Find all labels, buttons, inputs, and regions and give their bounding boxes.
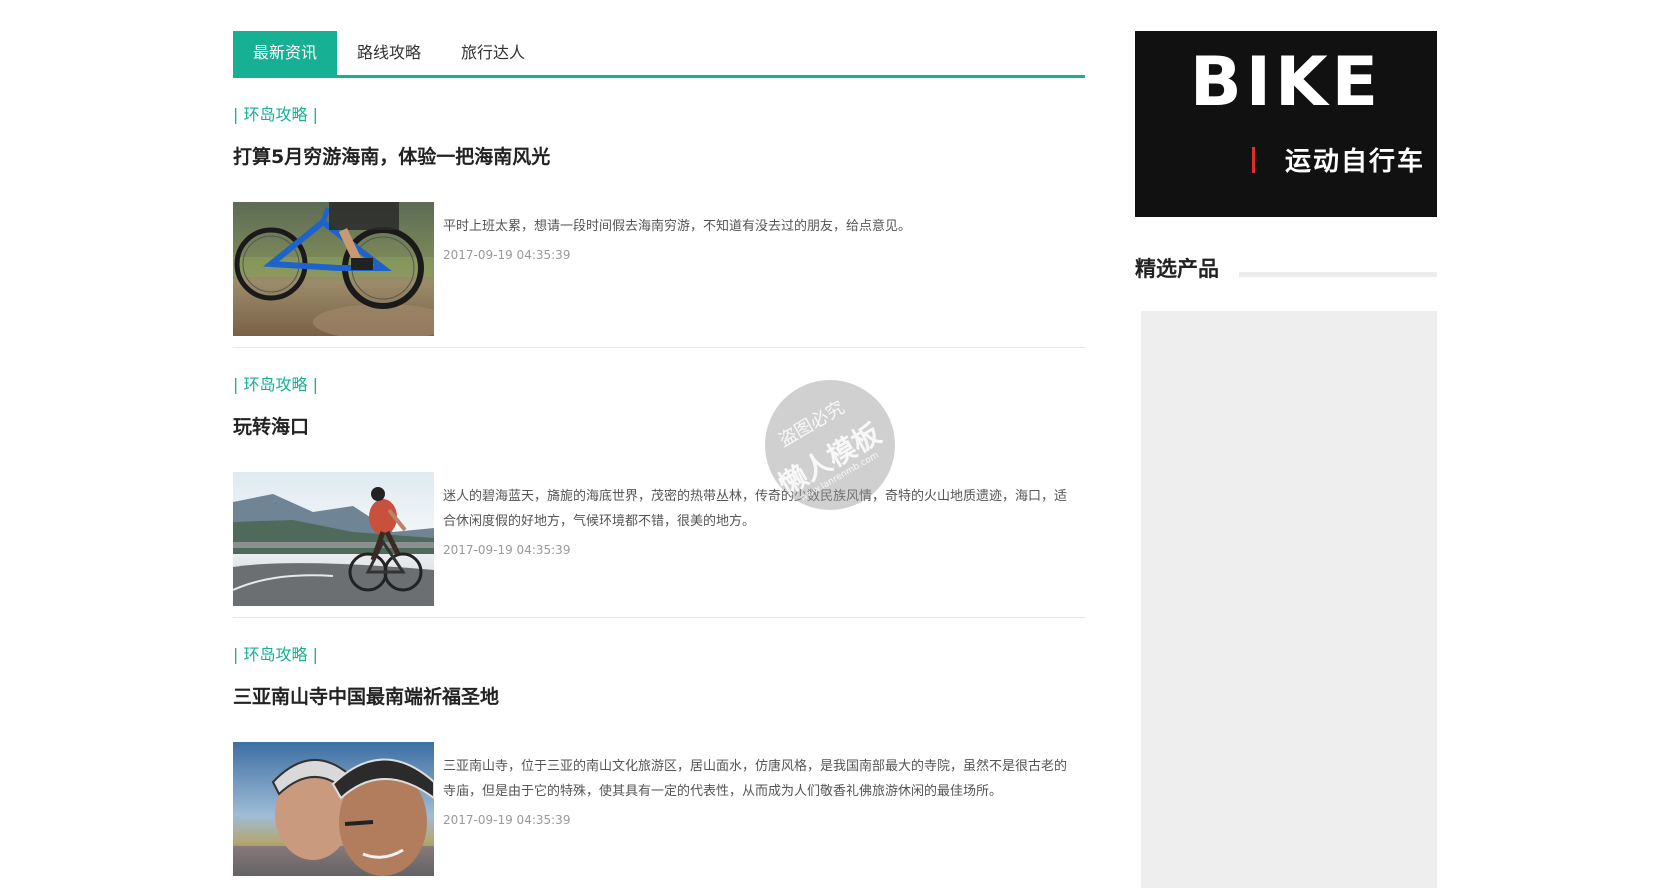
banner-accent-bar — [1252, 147, 1255, 173]
banner-title: BIKE — [1189, 43, 1383, 122]
tab-bar: 最新资讯 路线攻略 旅行达人 — [233, 31, 1085, 78]
banner-subtitle: 运动自行车 — [1284, 147, 1425, 177]
article-date: 2017-09-19 04:35:39 — [443, 813, 571, 827]
article-category[interactable]: | 环岛攻略 | — [233, 104, 1085, 126]
article-thumbnail-cyclists-helmets[interactable] — [233, 742, 434, 876]
featured-products-placeholder — [1141, 311, 1437, 888]
article-date: 2017-09-19 04:35:39 — [443, 543, 571, 557]
watermark-seal: 盗图必究 懒人模板 www.lanrenmb.com — [765, 380, 895, 510]
article-description: 平时上班太累，想请一段时间假去海南穷游，不知道有没去过的朋友，给点意见。 — [443, 219, 912, 234]
tab-route-guide[interactable]: 路线攻略 — [337, 31, 441, 75]
tab-latest-news[interactable]: 最新资讯 — [233, 31, 338, 75]
article-title[interactable]: 玩转海口 — [233, 414, 1085, 440]
article-item: | 环岛攻略 | 玩转海口 迷人的碧海蓝天，旖旎的海底世界，茂密的热带丛林，传奇… — [233, 348, 1085, 618]
article-title[interactable]: 打算5月穷游海南，体验一把海南风光 — [233, 144, 1085, 170]
section-divider — [1239, 271, 1437, 277]
article-description: 三亚南山寺，位于三亚的南山文化旅游区，居山面水，仿唐风格，是我国南部最大的寺院，… — [443, 759, 1068, 799]
article-description: 迷人的碧海蓝天，旖旎的海底世界，茂密的热带丛林，传奇的少数民族风情，奇特的火山地… — [443, 489, 1068, 529]
sidebar: BIKE 运动自行车 精选产品 — [1135, 31, 1437, 888]
featured-products-title: 精选产品 — [1135, 257, 1219, 281]
article-thumbnail-cyclist-mountain[interactable] — [233, 472, 434, 606]
article-date: 2017-09-19 04:35:39 — [443, 248, 571, 262]
article-item: | 环岛攻略 | 打算5月穷游海南，体验一把海南风光 平时上班太累，想请一段时间… — [233, 78, 1085, 348]
bike-banner[interactable]: BIKE 运动自行车 — [1135, 31, 1437, 217]
article-category[interactable]: | 环岛攻略 | — [233, 374, 1085, 396]
main-column: 最新资讯 路线攻略 旅行达人 | 环岛攻略 | 打算5月穷游海南，体验一把海南风… — [233, 31, 1085, 888]
article-category[interactable]: | 环岛攻略 | — [233, 644, 1085, 666]
article-thumbnail-bike-wheel[interactable] — [233, 202, 434, 336]
article-title[interactable]: 三亚南山寺中国最南端祈福圣地 — [233, 684, 1085, 710]
featured-products-header: 精选产品 — [1135, 253, 1437, 283]
tab-travel-expert[interactable]: 旅行达人 — [441, 31, 545, 75]
article-item: | 环岛攻略 | 三亚南山寺中国最南端祈福圣地 三亚南山寺，位于三亚的南山文化旅… — [233, 618, 1085, 888]
